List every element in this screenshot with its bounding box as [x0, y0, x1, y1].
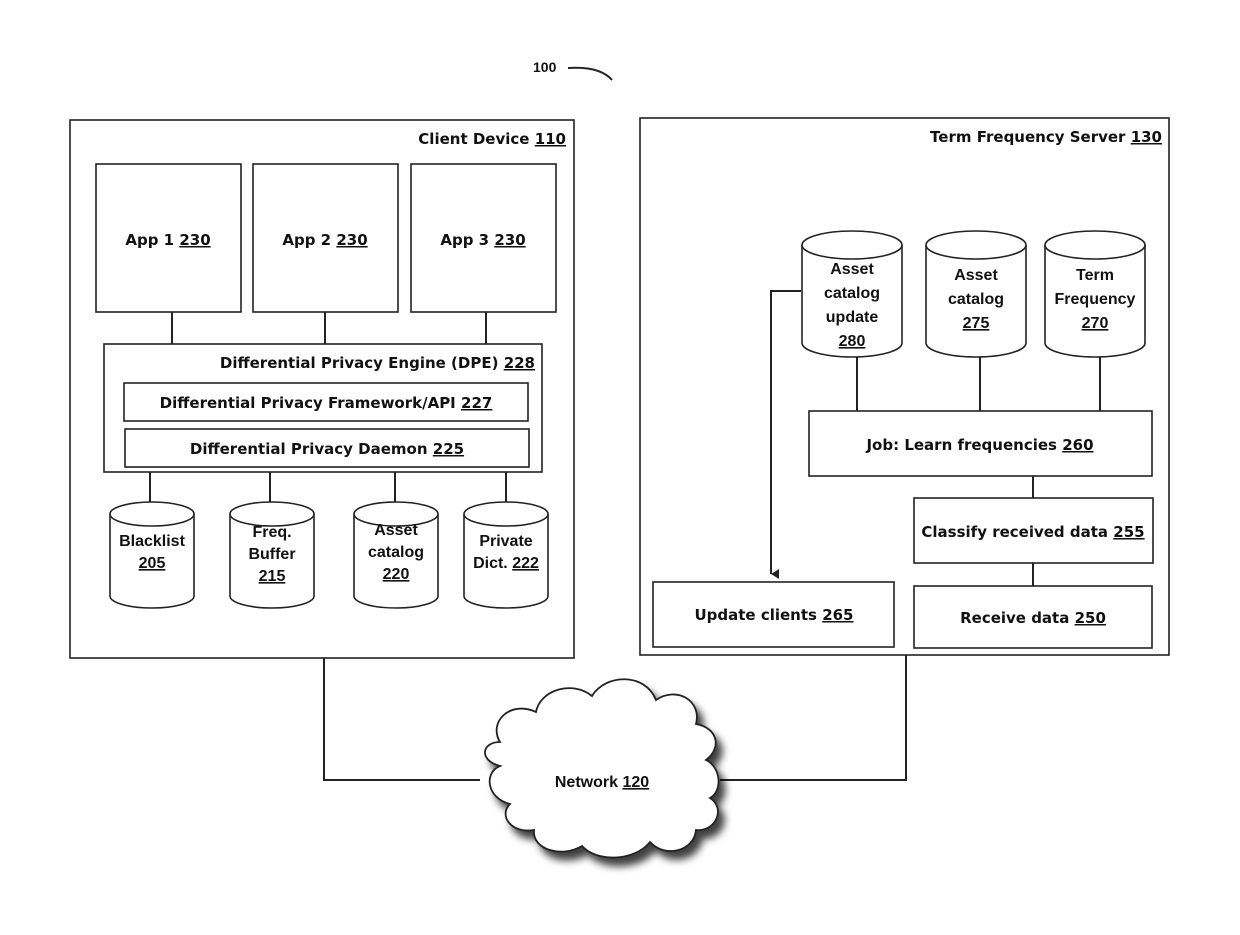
svg-text:Receive data 250: Receive data 250: [960, 609, 1106, 627]
svg-text:App 2 230: App 2 230: [282, 231, 367, 249]
server-stores: Asset catalog update 280Asset catalog 275Term…: [801, 230, 1146, 358]
app-1-box[interactable]: App 1 230: [95, 163, 242, 313]
term-frequency-server: Term Frequency Server 130 Asset catalog up…: [639, 117, 1170, 656]
svg-text:Update clients 265: Update clients 265: [694, 606, 853, 624]
server-box: [639, 117, 1170, 656]
client-network-link: [323, 658, 480, 781]
svg-text:Job: Learn frequencies 260: Job: Learn frequencies 260: [865, 436, 1093, 454]
figure-leader-line: [567, 66, 613, 81]
database-cap: [463, 501, 549, 527]
database-cap: [109, 501, 195, 527]
framework-api-box[interactable]: Differential Privacy Framework/API 227: [123, 382, 529, 422]
svg-text:Differential Privacy Engine (D: Differential Privacy Engine (DPE) 228: [220, 354, 535, 372]
svg-text:Differential Privacy Daemon 22: Differential Privacy Daemon 225: [190, 440, 464, 458]
database-cap: [801, 230, 903, 260]
server-network-link: [720, 655, 907, 781]
database-cap: [925, 230, 1027, 260]
client-device-title: Client Device 110: [418, 130, 566, 148]
store-freq-buffer[interactable]: Freq. Buffer 215: [229, 501, 315, 609]
database-cap: [1044, 230, 1146, 260]
classify-received-data-box[interactable]: Classify received data 255: [913, 497, 1154, 564]
receive-data-box[interactable]: Receive data 250: [913, 585, 1153, 649]
server-title: Term Frequency Server 130: [930, 128, 1162, 146]
svg-text:Classify received data 255: Classify received data 255: [921, 523, 1144, 541]
system-diagram: 100 Client Device 110 App 1 230 App 2 23…: [69, 59, 1170, 859]
store-blacklist[interactable]: Blacklist 205: [109, 501, 195, 609]
network-cloud[interactable]: Network 120: [484, 678, 720, 859]
client-device: Client Device 110 App 1 230 App 2 230 Ap…: [69, 119, 575, 659]
app-3-box[interactable]: App 3 230: [410, 163, 557, 313]
update-clients-box[interactable]: Update clients 265: [652, 581, 895, 648]
store-term-frequency[interactable]: Term Frequency 270: [1044, 230, 1146, 358]
store-asset-catalog-275[interactable]: Asset catalog 275: [925, 230, 1027, 358]
store-asset-catalog-update[interactable]: Asset catalog update 280: [801, 230, 903, 358]
svg-text:Differential Privacy Framework: Differential Privacy Framework/API 227: [160, 394, 493, 412]
daemon-box[interactable]: Differential Privacy Daemon 225: [124, 428, 530, 468]
store-private-dict[interactable]: Private Dict. 222: [463, 501, 549, 609]
svg-text:App 1 230: App 1 230: [125, 231, 210, 249]
store-asset-catalog-220[interactable]: Asset catalog 220: [353, 501, 439, 609]
database-cap: [229, 501, 315, 527]
cloud-icon: [484, 678, 720, 859]
app-2-box[interactable]: App 2 230: [252, 163, 399, 313]
job-learn-frequencies-box[interactable]: Job: Learn frequencies 260: [808, 410, 1153, 477]
figure-number: 100: [533, 59, 557, 75]
svg-text:App 3 230: App 3 230: [440, 231, 525, 249]
network-label: Network 120: [555, 774, 649, 791]
